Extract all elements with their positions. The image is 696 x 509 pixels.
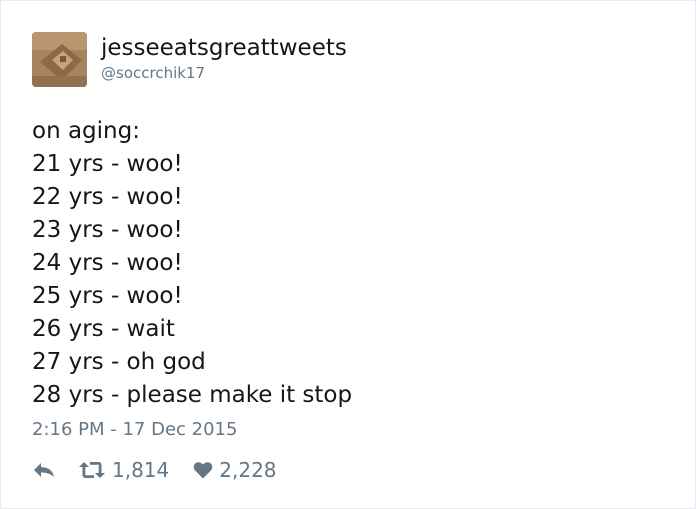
tweet-card: jesseeatsgreattweets @soccrchik17 on agi… [0,0,696,509]
tweet-text-line: 27 yrs - oh god [32,349,206,375]
like-button[interactable]: 2,228 [193,456,277,484]
tweet-text-line: 21 yrs - woo! [32,151,183,177]
tweet-actions: 1,814 2,228 [32,456,277,484]
tweet-timestamp[interactable]: 2:16 PM - 17 Dec 2015 [32,419,237,441]
avatar[interactable] [32,32,87,87]
avatar-image [32,32,87,87]
tweet-text-line: 24 yrs - woo! [32,250,183,276]
retweet-button[interactable]: 1,814 [78,456,169,484]
retweet-icon [79,462,105,478]
reply-icon [34,463,54,477]
display-name[interactable]: jesseeatsgreattweets [101,33,347,63]
tweet-text-line: 28 yrs - please make it stop [32,382,353,408]
user-handle[interactable]: @soccrchik17 [101,63,205,83]
tweet-text-line: 26 yrs - wait [32,316,175,342]
tweet-text: on aging: 21 yrs - woo! 22 yrs - woo! 23… [32,115,672,412]
tweet-text-line: on aging: [32,118,140,144]
heart-icon [193,462,213,479]
like-count: 2,228 [219,458,277,482]
reply-button[interactable] [32,461,56,479]
tweet-text-line: 23 yrs - woo! [32,217,183,243]
retweet-count: 1,814 [112,458,170,482]
tweet-text-line: 22 yrs - woo! [32,184,183,210]
tweet-text-line: 25 yrs - woo! [32,283,183,309]
